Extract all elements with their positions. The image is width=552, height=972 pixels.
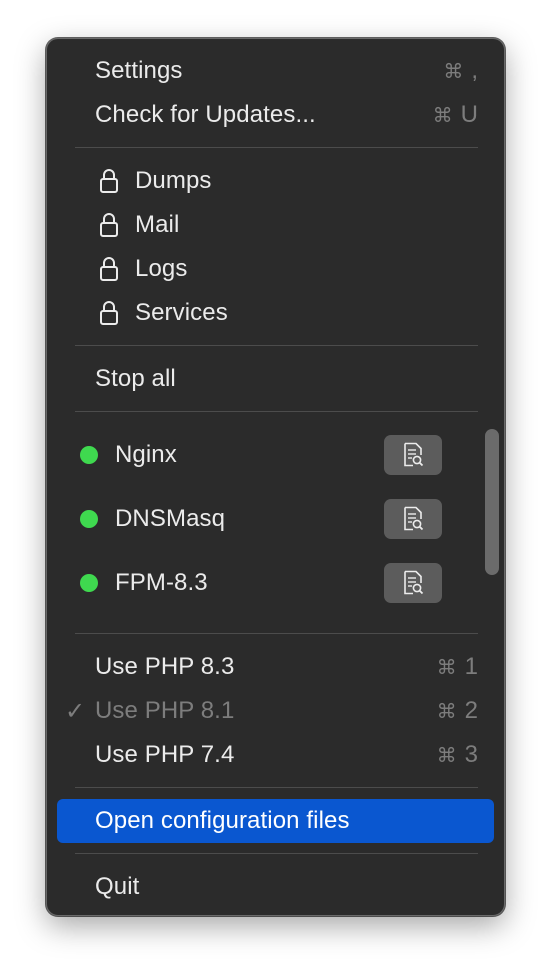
lock-icon (100, 213, 118, 237)
menu-item-label: Quit (95, 873, 140, 900)
service-row-nginx[interactable]: Nginx (47, 433, 504, 477)
menu-separator (75, 853, 478, 854)
menu-item-label: Services (135, 299, 228, 326)
menu-item-label: Open configuration files (95, 807, 350, 834)
keyboard-shortcut: ⌘ , (443, 57, 478, 84)
menu-item-label: Use PHP 8.1 (95, 697, 235, 724)
log-document-search-icon (404, 506, 424, 531)
status-running-icon (80, 446, 98, 464)
menu-item-use-php-8-3[interactable]: Use PHP 8.3 ⌘ 1 (47, 645, 504, 689)
menu-item-settings[interactable]: Settings ⌘ , (47, 49, 504, 93)
service-name: FPM-8.3 (115, 569, 208, 596)
service-name: Nginx (115, 441, 177, 468)
view-log-button[interactable] (384, 435, 442, 475)
command-key-icon: ⌘ (436, 699, 457, 723)
menu-item-use-php-7-4[interactable]: Use PHP 7.4 ⌘ 3 (47, 733, 504, 777)
service-name: DNSMasq (115, 505, 226, 532)
log-document-search-icon (404, 570, 424, 595)
menu-item-use-php-8-1: ✓ Use PHP 8.1 ⌘ 2 (47, 689, 504, 733)
keyboard-shortcut: ⌘ 3 (436, 741, 478, 768)
menu-item-label: Dumps (135, 167, 212, 194)
keyboard-shortcut: ⌘ 2 (436, 697, 478, 724)
menu-item-services[interactable]: Services (47, 291, 504, 335)
lock-icon (100, 169, 118, 193)
menu-item-label: Logs (135, 255, 188, 282)
status-running-icon (80, 510, 98, 528)
menu-item-dumps[interactable]: Dumps (47, 159, 504, 203)
menu-item-label: Stop all (95, 365, 176, 392)
view-log-button[interactable] (384, 563, 442, 603)
menu-separator (75, 633, 478, 634)
menu-item-quit[interactable]: Quit (47, 865, 504, 909)
command-key-icon: ⌘ (443, 59, 464, 83)
checkmark-icon: ✓ (65, 697, 86, 725)
lock-icon (100, 301, 118, 325)
menu-item-open-configuration-files[interactable]: Open configuration files (57, 799, 494, 843)
command-key-icon: ⌘ (432, 103, 453, 127)
menu-item-stop-all[interactable]: Stop all (47, 357, 504, 401)
menu-separator (75, 147, 478, 148)
status-running-icon (80, 574, 98, 592)
log-document-search-icon (404, 442, 424, 467)
command-key-icon: ⌘ (436, 743, 457, 767)
menu-separator (75, 411, 478, 412)
menu-item-label: Settings (95, 57, 183, 84)
scrollbar-thumb[interactable] (485, 429, 499, 575)
command-key-icon: ⌘ (436, 655, 457, 679)
keyboard-shortcut: ⌘ U (432, 101, 478, 128)
menu-separator (75, 345, 478, 346)
view-log-button[interactable] (384, 499, 442, 539)
service-row-fpm-8-3[interactable]: FPM-8.3 (47, 561, 504, 605)
menu-item-label: Use PHP 7.4 (95, 741, 235, 768)
lock-icon (100, 257, 118, 281)
menubar-dropdown-menu: Settings ⌘ , Check for Updates... ⌘ U Du… (46, 38, 505, 916)
menu-item-check-for-updates[interactable]: Check for Updates... ⌘ U (47, 93, 504, 137)
menu-item-label: Check for Updates... (95, 101, 316, 128)
service-row-dnsmasq[interactable]: DNSMasq (47, 497, 504, 541)
keyboard-shortcut: ⌘ 1 (436, 653, 478, 680)
menu-item-label: Use PHP 8.3 (95, 653, 235, 680)
menu-separator (75, 787, 478, 788)
menu-item-mail[interactable]: Mail (47, 203, 504, 247)
menu-item-logs[interactable]: Logs (47, 247, 504, 291)
menu-item-label: Mail (135, 211, 180, 238)
